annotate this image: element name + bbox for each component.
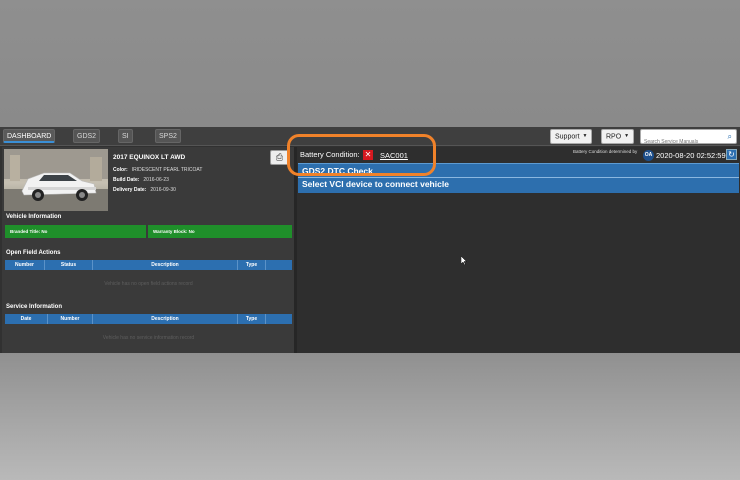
color-label: Color: [113, 167, 128, 173]
column-header[interactable]: Description [93, 314, 238, 324]
vehicle-delivery-date: Delivery Date: 2016-09-30 [113, 187, 176, 193]
rpo-dropdown[interactable]: RPO ▼ [601, 129, 635, 144]
battery-determined-by: Battery Condition determined by [573, 149, 638, 154]
battery-timestamp: 2020-08-20 02:52:59 [656, 151, 726, 160]
support-dropdown[interactable]: Support ▼ [550, 129, 593, 144]
vehicle-color: Color: IRIDESCENT PEARL TRICOAT [113, 167, 202, 173]
dtc-check-message[interactable]: Select VCI device to connect vehicle [302, 179, 449, 189]
column-header[interactable]: Description [93, 260, 238, 270]
build-date-value: 2016-06-23 [143, 177, 169, 183]
delivery-date-label: Delivery Date: [113, 187, 147, 193]
build-date-label: Build Date: [113, 177, 140, 183]
tab-gds2[interactable]: GDS2 [73, 129, 101, 143]
branded-title-badge: Branded Title: No [5, 225, 146, 238]
oa-logo-icon: OA [643, 150, 654, 161]
search-box: ⌕ [640, 129, 737, 149]
warranty-block-badge: Warranty Block: No [148, 225, 292, 238]
tab-dashboard[interactable]: DASHBOARD [3, 129, 56, 143]
service-info-table-header: Date Number Description Type [5, 314, 292, 324]
caret-down-icon: ▼ [582, 133, 588, 139]
service-info-empty: Vehicle has no service information recor… [102, 335, 195, 341]
gds2-panel: Battery Condition: ✕ SAC001 Battery Cond… [297, 147, 740, 353]
column-header[interactable]: Type [238, 314, 266, 324]
rpo-label: RPO [606, 133, 622, 141]
delivery-date-value: 2016-09-30 [150, 187, 176, 193]
vehicle-info-heading: Vehicle Information [6, 214, 62, 220]
refresh-icon[interactable]: ↻ [726, 149, 737, 160]
column-header[interactable]: Type [238, 260, 266, 270]
column-header[interactable]: Status [45, 260, 93, 270]
tab-si[interactable]: SI [118, 129, 133, 143]
search-icon[interactable]: ⌕ [728, 132, 732, 142]
column-header[interactable]: Number [48, 314, 93, 324]
color-value: IRIDESCENT PEARL TRICOAT [131, 167, 203, 173]
vehicle-title: 2017 EQUINOX LT AWD [113, 154, 186, 161]
tab-sps2[interactable]: SPS2 [155, 129, 181, 143]
field-actions-heading: Open Field Actions [6, 250, 61, 256]
service-info-heading: Service Information [6, 304, 63, 310]
caret-down-icon: ▼ [624, 133, 630, 139]
field-actions-empty: Vehicle has no open field actions record [104, 281, 193, 287]
dtc-divider [298, 177, 739, 178]
printer-icon: ⎙ [275, 152, 284, 162]
vehicle-panel: 2017 EQUINOX LT AWD Color: IRIDESCENT PEA… [2, 147, 294, 353]
field-actions-table-header: Number Status Description Type [5, 260, 292, 270]
column-header[interactable]: Number [5, 260, 45, 270]
column-header[interactable]: Date [5, 314, 48, 324]
support-label: Support [555, 133, 580, 141]
vehicle-image [4, 149, 108, 211]
battery-condition-highlight [287, 134, 436, 176]
vehicle-build-date: Build Date: 2016-06-23 [113, 177, 169, 183]
